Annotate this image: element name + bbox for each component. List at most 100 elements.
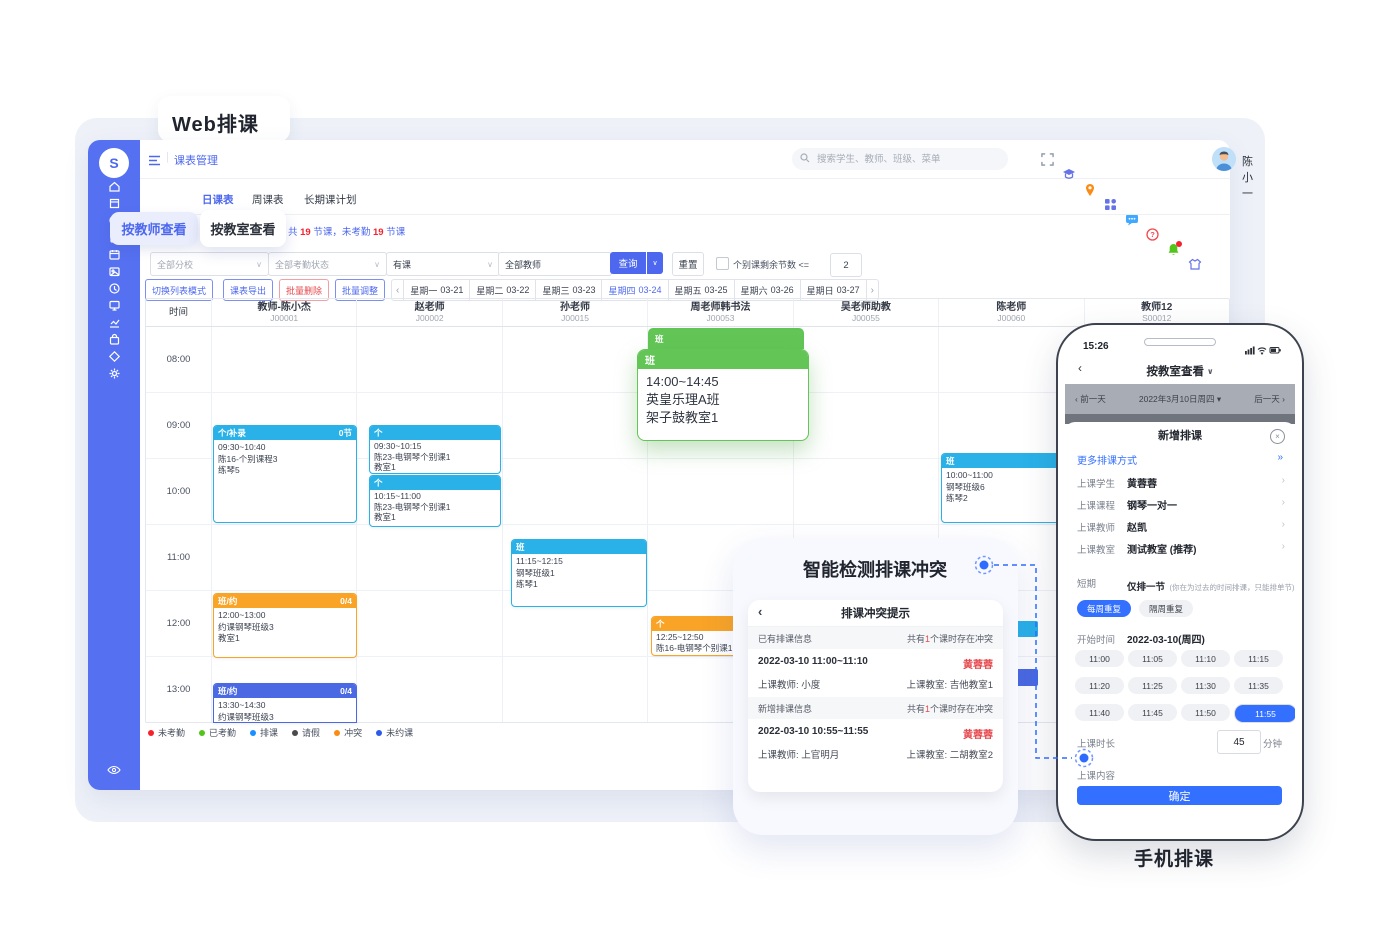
repeat-weekly-pill[interactable]: 每周重复 [1077,600,1131,617]
date-picker[interactable]: 2022年3月10日周四 ▾ [1139,393,1221,405]
field-student[interactable]: 上课学生黄蓉蓉› [1065,472,1295,494]
time-slot[interactable]: 11:15 [1234,650,1283,667]
chevron-right-icon: › [1282,541,1285,552]
time-slot[interactable]: 11:40 [1075,704,1124,721]
conflict-teacher: 上课教师: 小度 [758,677,820,691]
view-by-teacher-toggle[interactable]: 按教师查看 [110,212,198,245]
media-icon[interactable] [108,265,121,278]
time-slot[interactable]: 11:00 [1075,650,1124,667]
user-name[interactable]: 陈小一 [1242,153,1253,201]
home-icon[interactable] [108,180,121,193]
query-dropdown-button[interactable] [647,252,663,274]
legend-item: 已考勤 [199,726,236,739]
legend-dot [250,730,256,736]
mobile-callout-label: 手机排课 [1134,844,1214,871]
add-schedule-sheet: 新增排课 × 更多排课方式 » 上课学生黄蓉蓉› 上课课程钢琴一对一› 上课教师… [1065,422,1295,832]
school-select[interactable]: 全部分校 [150,252,269,276]
analytics-icon[interactable] [108,316,121,329]
double-chevron-icon[interactable]: » [1277,452,1283,463]
schedule-cell[interactable]: 个 09:30~10:15陈23-电钢琴个别课1教室1 [369,425,501,474]
attendance-select[interactable]: 全部考勤状态 [268,252,387,276]
sheet-title: 新增排课 [1065,422,1295,448]
monitor-icon[interactable] [108,299,121,312]
time-slot[interactable]: 11:25 [1128,677,1177,694]
avatar[interactable] [1212,147,1236,171]
legend-dot [334,730,340,736]
clock-icon[interactable] [108,282,121,295]
duration-row: 上课时长 分钟 [1065,732,1295,754]
fullscreen-icon[interactable] [1040,152,1055,167]
help-icon[interactable]: ? [1145,227,1160,242]
theme-icon[interactable] [1187,257,1202,272]
conflict-section-header: 已有排课信息 共有1个课时存在冲突 [748,627,1003,649]
teacher-select[interactable]: 全部教师 [498,252,612,276]
app-logo[interactable]: S [99,148,129,178]
settings-icon[interactable] [108,367,121,380]
more-schedule-link[interactable]: 更多排课方式 [1077,452,1137,467]
legend-dot [148,730,154,736]
hasclass-select[interactable]: 有课 [386,252,500,276]
time-slot[interactable]: 11:30 [1181,677,1230,694]
tab-day-schedule[interactable]: 日课表 [202,192,234,207]
time-slot[interactable]: 11:50 [1181,704,1230,721]
query-split-button: 查询 [610,252,663,274]
content-row[interactable]: 上课内容 [1065,764,1295,786]
schedule-cell[interactable]: 班/约0/4 12:00~13:00约课钢琴班级3教室1 [213,593,357,658]
phone-date-bar: ‹ 前一天 2022年3月10日周四 ▾ 后一天 › [1065,384,1295,414]
bag-icon[interactable] [108,333,121,346]
legend-item: 未考勤 [148,726,185,739]
popup-room: 架子鼓教室1 [646,409,800,427]
lesson-stats: 共 19 节课，未考勤 19 节课 [288,224,405,238]
field-room[interactable]: 上课教室测试教室 (推荐)› [1065,538,1295,560]
popup-tag: 班 [638,350,808,369]
close-icon[interactable]: × [1270,429,1285,444]
repeat-biweekly-pill[interactable]: 隔周重复 [1139,600,1193,617]
remaining-checkbox[interactable] [716,257,729,270]
view-by-room-toggle[interactable]: 按教室查看 [200,210,286,247]
schedule-cell[interactable]: 个/补录0节 09:30~10:40陈16-个别课程3练琴5 [213,425,357,523]
prev-day-button[interactable]: ‹ 前一天 [1075,393,1106,405]
schedule-cell[interactable]: 班 11:15~12:15钢琴班级1练琴1 [511,539,647,607]
field-course[interactable]: 上课课程钢琴一对一› [1065,494,1295,516]
schedule-popup-card[interactable]: 班 14:00~14:45 英皇乐理A班 架子鼓教室1 [637,349,809,441]
back-icon[interactable]: ‹ [758,604,762,619]
schedule-cell[interactable]: 个 10:15~11:00陈23-电钢琴个别课1教室1 [369,475,501,527]
reset-button[interactable]: 重置 [672,252,704,276]
time-slot-selected[interactable]: 11:55 [1234,704,1295,723]
time-slot[interactable]: 11:10 [1181,650,1230,667]
schedule-cell-class-tab[interactable]: 班 [648,328,804,349]
time-label: 11:00 [146,552,211,563]
courses-icon[interactable] [108,197,121,210]
query-button[interactable]: 查询 [610,252,646,274]
tab-week-schedule[interactable]: 周课表 [252,192,284,207]
notification-icon[interactable] [1166,242,1181,257]
menu-icon[interactable] [148,153,161,171]
time-slot[interactable]: 11:20 [1075,677,1124,694]
time-slot[interactable]: 11:05 [1128,650,1177,667]
legend-item: 请假 [292,726,320,739]
short-term-row: 短期 仅排一节 (你在为过去的时间排课，只能排单节) [1065,572,1295,594]
search-input[interactable] [815,153,979,166]
chevron-right-icon: › [1282,519,1285,530]
phone-nav-title[interactable]: 按教室查看∨ [1065,358,1295,384]
teacher-column-3: 孙老师J00015 [502,299,647,722]
remaining-input[interactable] [830,253,862,277]
duration-input[interactable] [1217,730,1261,754]
conflict-student: 黄蓉蓉 [963,726,993,741]
time-slot[interactable]: 11:35 [1234,677,1283,694]
eye-icon[interactable] [107,762,121,780]
time-slot[interactable]: 11:45 [1128,704,1177,721]
legend-item: 排课 [250,726,278,739]
chevron-right-icon: › [1282,497,1285,508]
conflict-row: 2022-03-10 10:55~11:55黄蓉蓉 上课教师: 上官明月上课教室… [748,719,1003,767]
next-day-button[interactable]: 后一天 › [1254,393,1285,405]
field-teacher[interactable]: 上课教师赵凯› [1065,516,1295,538]
membership-icon[interactable] [108,350,121,363]
chevron-right-icon: › [1282,475,1285,486]
tab-longterm-plan[interactable]: 长期课计划 [304,192,357,207]
calendar-icon[interactable] [108,248,121,261]
schedule-cell[interactable]: 班/约0/4 13:30~14:30约课钢琴班级3 [213,683,357,723]
popup-time: 14:00~14:45 [646,373,800,391]
confirm-button[interactable]: 确定 [1077,786,1282,805]
phone-screen: 15:26 ‹ 按教室查看∨ ‹ 前一天 2022年3月10日周四 ▾ 后一天 … [1065,332,1295,832]
